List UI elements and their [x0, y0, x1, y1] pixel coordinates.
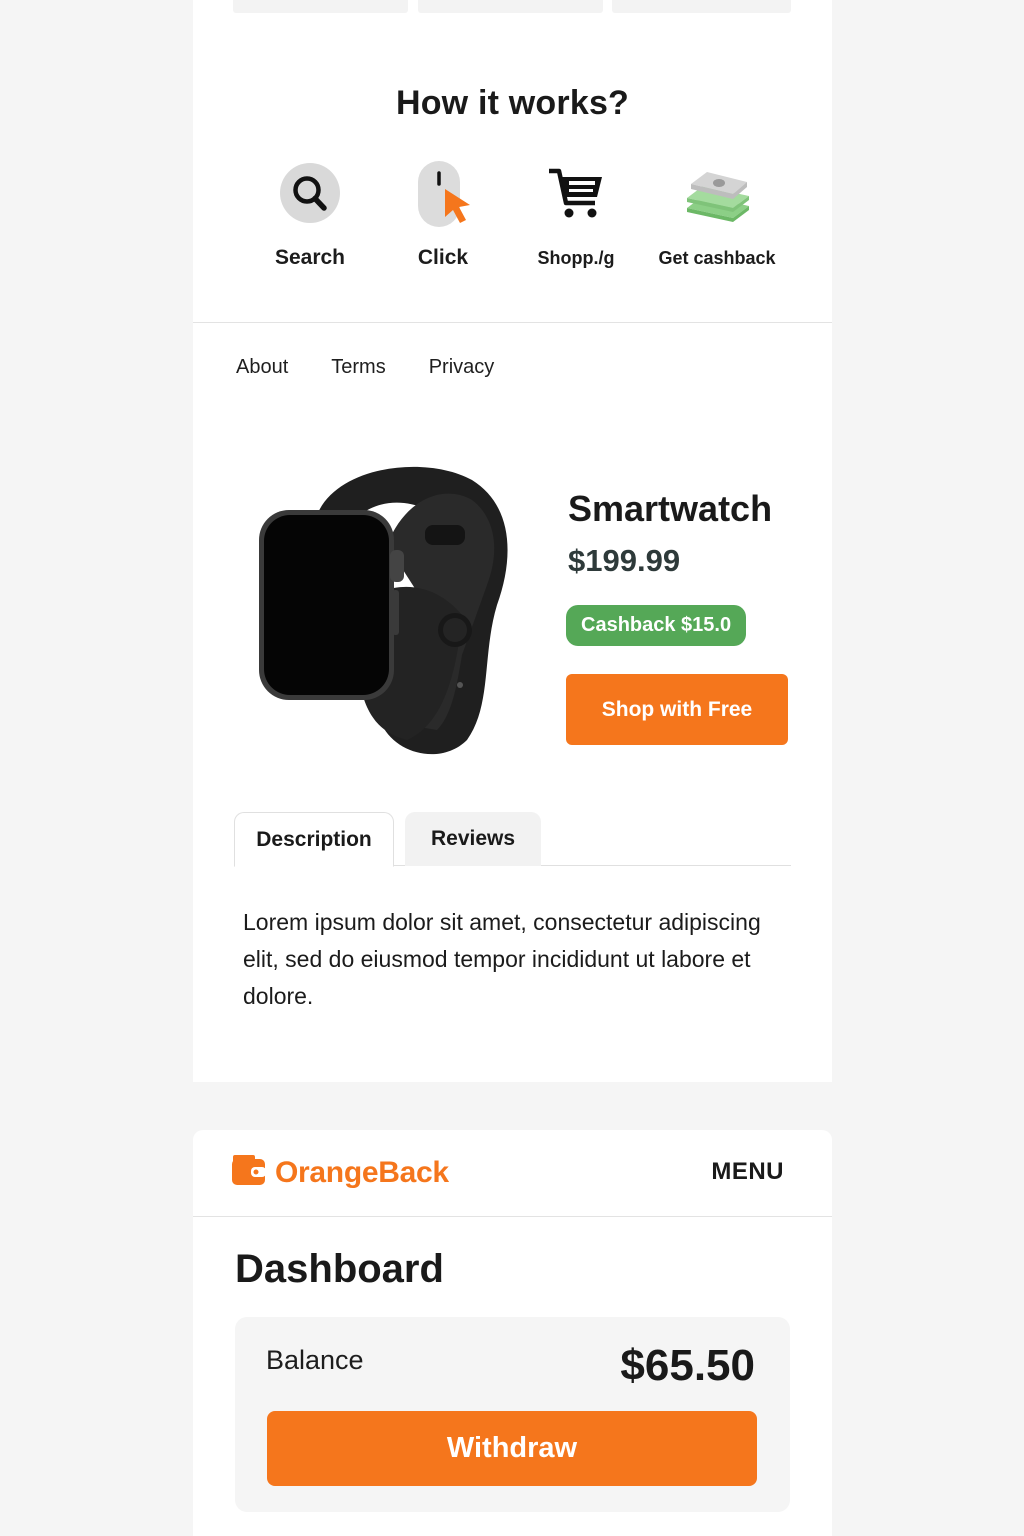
product-tabs: Description Reviews — [234, 812, 791, 867]
product-name: Smartwatch — [568, 488, 773, 529]
wallet-icon — [231, 1153, 267, 1192]
tab-reviews[interactable]: Reviews — [405, 812, 541, 866]
brand-name: OrangeBack — [275, 1155, 449, 1189]
category-tile[interactable] — [612, 0, 791, 13]
shop-button[interactable]: Shop with Free — [566, 674, 788, 745]
balance-amount: $65.50 — [620, 1341, 755, 1390]
footer-links: About Terms Privacy — [236, 356, 537, 379]
link-terms[interactable]: Terms — [331, 356, 385, 379]
link-about[interactable]: About — [236, 356, 288, 379]
header-divider — [193, 1216, 832, 1217]
step-click: Click — [368, 152, 518, 270]
tab-description[interactable]: Description — [234, 812, 394, 867]
step-label: Click — [417, 246, 469, 269]
step-shopping: Shopp./g — [501, 152, 651, 269]
category-tile[interactable] — [233, 0, 408, 13]
step-search: Search — [235, 152, 385, 270]
cashback-badge: Cashback $15.0 — [566, 605, 747, 646]
brand-logo[interactable]: OrangeBack — [231, 1153, 449, 1192]
dashboard-title: Dashboard — [235, 1247, 444, 1291]
step-label: Get cashback — [658, 248, 776, 268]
mouse-click-icon — [368, 152, 518, 234]
step-get-cashback: Get cashback — [642, 152, 792, 269]
product-price: $199.99 — [568, 543, 681, 578]
product-description: Lorem ipsum dolor sit amet, consectetur … — [243, 909, 761, 1009]
section-divider — [193, 322, 832, 323]
balance-card: Balance $65.50 Withdraw — [235, 1317, 790, 1512]
category-tile[interactable] — [418, 0, 603, 13]
step-label: Search — [274, 246, 346, 269]
dashboard-card: OrangeBack MENU Dashboard Balance $65.50… — [193, 1130, 832, 1536]
cash-stack-icon — [642, 152, 792, 234]
search-icon — [235, 152, 385, 234]
withdraw-button[interactable]: Withdraw — [267, 1411, 757, 1486]
link-privacy[interactable]: Privacy — [429, 356, 495, 379]
step-label: Shopp./g — [537, 248, 615, 268]
menu-button[interactable]: MENU — [711, 1158, 784, 1186]
smartwatch-image — [257, 455, 527, 760]
how-it-works-title: How it works? — [395, 84, 630, 122]
product-card: How it works? Search Click Shopp./g Get … — [193, 0, 832, 1082]
balance-label: Balance — [266, 1345, 364, 1375]
shopping-cart-icon — [501, 152, 651, 234]
